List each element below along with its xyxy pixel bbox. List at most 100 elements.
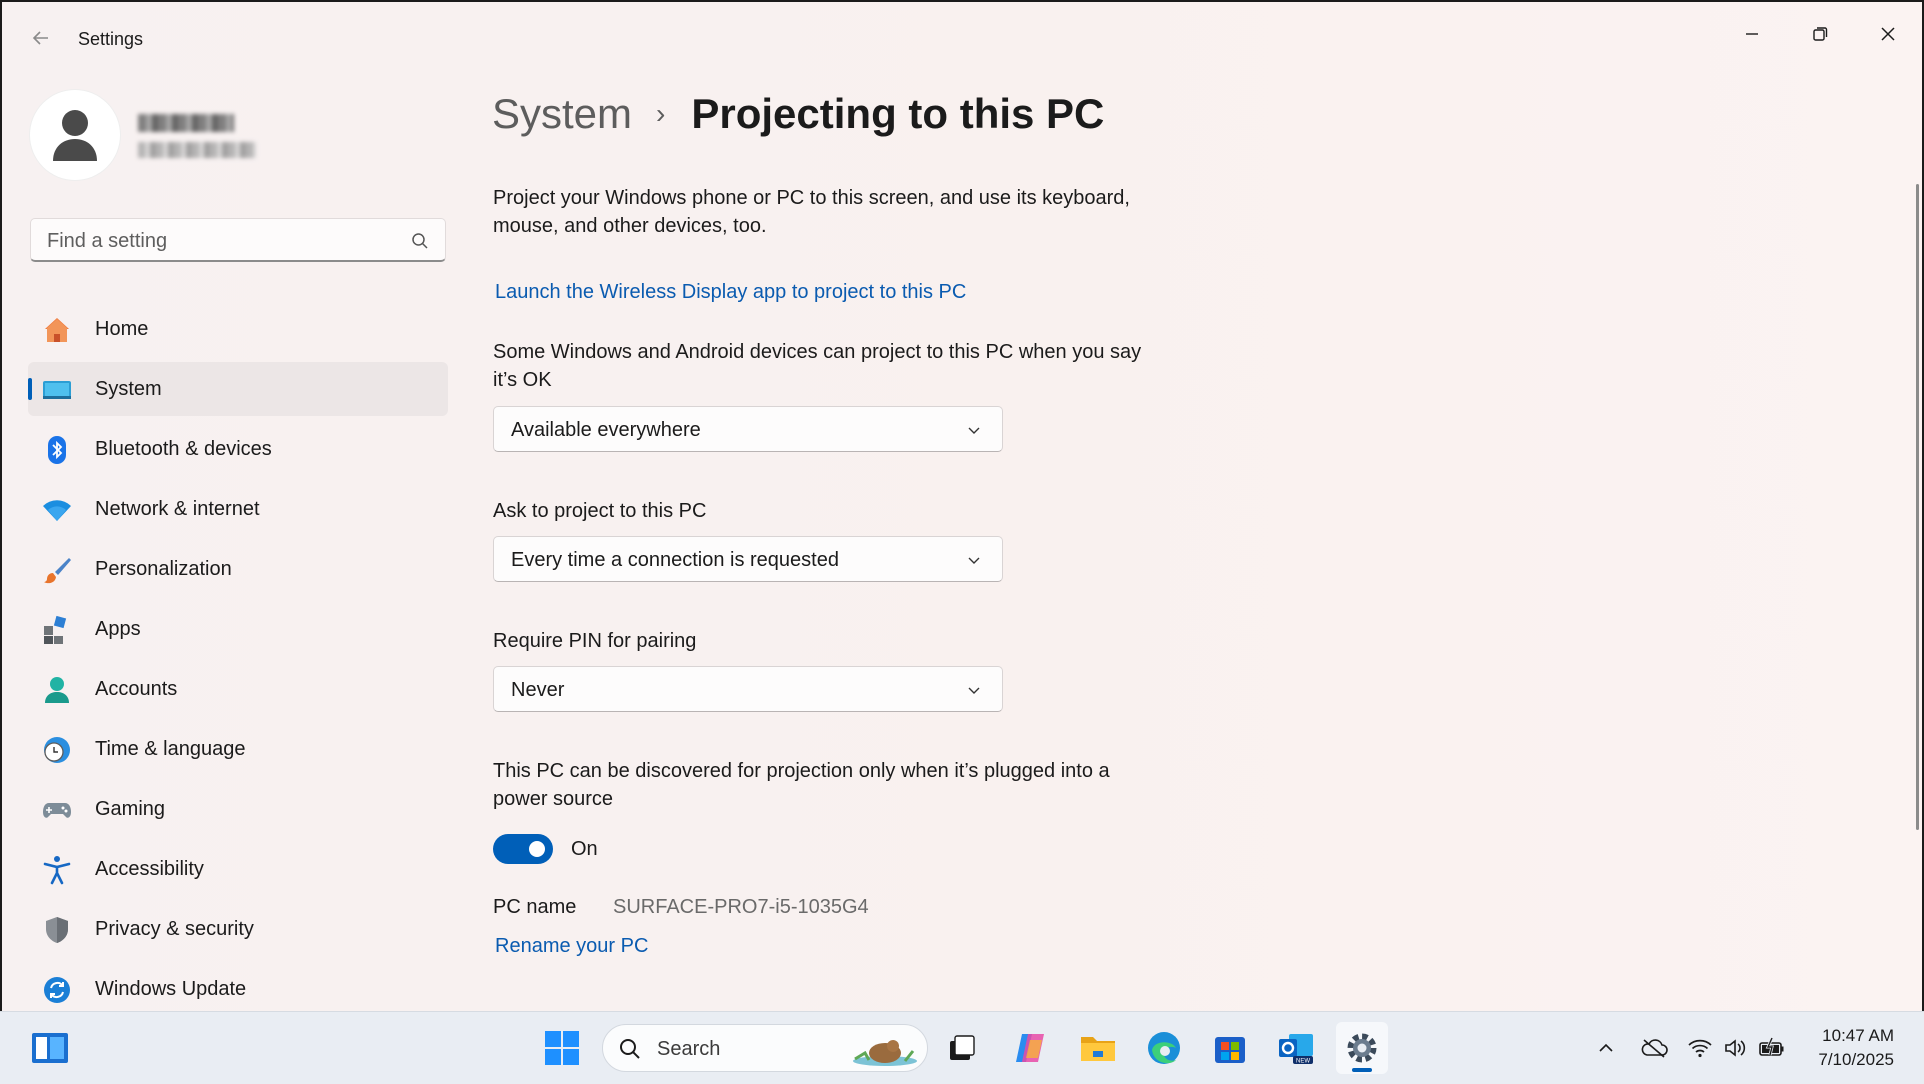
search-icon — [620, 1039, 640, 1059]
settings-search-box[interactable] — [30, 218, 446, 262]
start-button[interactable] — [536, 1022, 588, 1074]
store-icon — [1215, 1037, 1245, 1063]
clock-date: 7/10/2025 — [1818, 1050, 1894, 1069]
apps-icon — [42, 615, 72, 645]
sidebar-item-accounts[interactable]: Accounts — [28, 662, 448, 716]
person-icon — [53, 110, 97, 161]
bluetooth-icon — [42, 435, 72, 465]
launch-wireless-display-link[interactable]: Launch the Wireless Display app to proje… — [495, 281, 966, 304]
taskbar: Search NEW 10:47 AM 7/10/2025 — [0, 1011, 1924, 1084]
chevron-up-icon — [1599, 1043, 1613, 1052]
edge-browser-button[interactable] — [1138, 1022, 1190, 1074]
restore-button[interactable] — [1792, 14, 1848, 54]
search-highlight-icon — [853, 1040, 917, 1066]
accessibility-icon — [42, 855, 72, 885]
shield-icon — [42, 915, 72, 945]
system-icon — [42, 375, 72, 405]
update-icon — [42, 975, 72, 1005]
close-button[interactable] — [1860, 14, 1916, 54]
sidebar-item-privacy-security[interactable]: Privacy & security — [28, 902, 448, 956]
minimize-icon — [1746, 33, 1758, 35]
outlook-button[interactable]: NEW — [1270, 1022, 1322, 1074]
gear-icon — [1347, 1033, 1377, 1063]
widgets-icon — [32, 1033, 68, 1063]
clock-time: 10:47 AM — [1822, 1026, 1894, 1045]
require-pin-dropdown[interactable]: Never — [493, 666, 1003, 712]
breadcrumb-parent-system[interactable]: System — [492, 90, 632, 138]
clock-globe-icon — [42, 735, 72, 765]
taskbar-clock[interactable]: 10:47 AM 7/10/2025 — [1818, 1024, 1894, 1072]
settings-window: Settings Home — [0, 0, 1924, 1011]
ask-to-project-label: Ask to project to this PC — [493, 500, 707, 522]
battery-tray-button[interactable] — [1758, 1034, 1786, 1062]
require-pin-dropdown-value: Never — [511, 679, 565, 701]
page-title: Projecting to this PC — [691, 90, 1105, 137]
chevron-down-icon — [968, 557, 980, 564]
search-icon — [412, 233, 428, 249]
main-scrollbar[interactable] — [1916, 184, 1919, 830]
breadcrumb: System › Projecting to this PC — [492, 90, 1104, 138]
settings-app-button[interactable] — [1336, 1022, 1388, 1074]
copilot-icon — [1016, 1034, 1044, 1062]
ask-to-project-dropdown[interactable]: Every time a connection is requested — [493, 536, 1003, 582]
power-source-toggle[interactable] — [493, 834, 553, 864]
taskbar-search-box[interactable]: Search — [602, 1024, 928, 1072]
power-source-toggle-state: On — [571, 838, 598, 860]
folder-icon — [1081, 1037, 1115, 1061]
accounts-icon — [42, 675, 72, 705]
back-button[interactable] — [24, 26, 58, 56]
brush-icon — [42, 555, 72, 585]
title-bar: Settings — [2, 2, 1922, 78]
settings-search-input[interactable] — [45, 227, 389, 255]
minimize-button[interactable] — [1724, 14, 1780, 54]
sidebar-item-bluetooth[interactable]: Bluetooth & devices — [28, 422, 448, 476]
ask-to-project-dropdown-value: Every time a connection is requested — [511, 549, 839, 571]
user-email-redacted — [138, 142, 256, 158]
restore-icon — [1813, 27, 1828, 41]
wifi-icon — [1688, 1039, 1712, 1058]
sidebar-item-windows-update[interactable]: Windows Update — [28, 962, 448, 1016]
battery-charging-icon — [1759, 1037, 1784, 1056]
network-tray-button[interactable] — [1686, 1034, 1714, 1062]
pc-name-label: PC name — [493, 896, 577, 918]
taskbar-search-label: Search — [657, 1038, 721, 1060]
cloud-offline-icon — [1641, 1039, 1668, 1058]
breadcrumb-chevron-icon: › — [656, 98, 666, 129]
back-arrow-icon — [32, 31, 48, 45]
power-source-label: This PC can be discovered for projection… — [493, 760, 1110, 810]
microsoft-store-button[interactable] — [1204, 1022, 1256, 1074]
sidebar-item-personalization[interactable]: Personalization — [28, 542, 448, 596]
availability-dropdown-value: Available everywhere — [511, 419, 701, 441]
sidebar-item-system[interactable]: System — [28, 362, 448, 416]
home-icon — [42, 315, 72, 345]
file-explorer-button[interactable] — [1072, 1022, 1124, 1074]
copilot-button[interactable] — [1004, 1022, 1056, 1074]
show-hidden-icons-button[interactable] — [1592, 1034, 1620, 1062]
rename-pc-link[interactable]: Rename your PC — [495, 935, 648, 958]
onedrive-tray-button[interactable] — [1640, 1034, 1668, 1062]
intro-text: Project your Windows phone or PC to this… — [493, 187, 1130, 237]
speaker-icon — [1725, 1039, 1746, 1057]
windows-logo-icon — [545, 1031, 579, 1065]
avatar — [30, 90, 120, 180]
task-view-button[interactable] — [936, 1022, 988, 1074]
user-name-redacted — [138, 114, 234, 132]
sidebar-item-gaming[interactable]: Gaming — [28, 782, 448, 836]
svg-text:NEW: NEW — [1296, 1059, 1310, 1065]
availability-label: Some Windows and Android devices can pro… — [493, 341, 1142, 391]
pc-name-value: SURFACE-PRO7-i5-1035G4 — [613, 896, 869, 918]
sidebar-item-accessibility[interactable]: Accessibility — [28, 842, 448, 896]
chevron-down-icon — [968, 427, 980, 434]
close-icon — [1881, 27, 1895, 41]
availability-dropdown[interactable]: Available everywhere — [493, 406, 1003, 452]
task-view-icon — [950, 1035, 975, 1060]
sidebar-item-network[interactable]: Network & internet — [28, 482, 448, 536]
sidebar-item-time-language[interactable]: Time & language — [28, 722, 448, 776]
widgets-button[interactable] — [24, 1022, 76, 1074]
outlook-new-icon: NEW — [1279, 1034, 1313, 1065]
sidebar-item-apps[interactable]: Apps — [28, 602, 448, 656]
volume-tray-button[interactable] — [1722, 1034, 1750, 1062]
sidebar-item-home[interactable]: Home — [28, 302, 448, 356]
toggle-knob — [529, 841, 545, 857]
wifi-icon — [42, 495, 72, 525]
